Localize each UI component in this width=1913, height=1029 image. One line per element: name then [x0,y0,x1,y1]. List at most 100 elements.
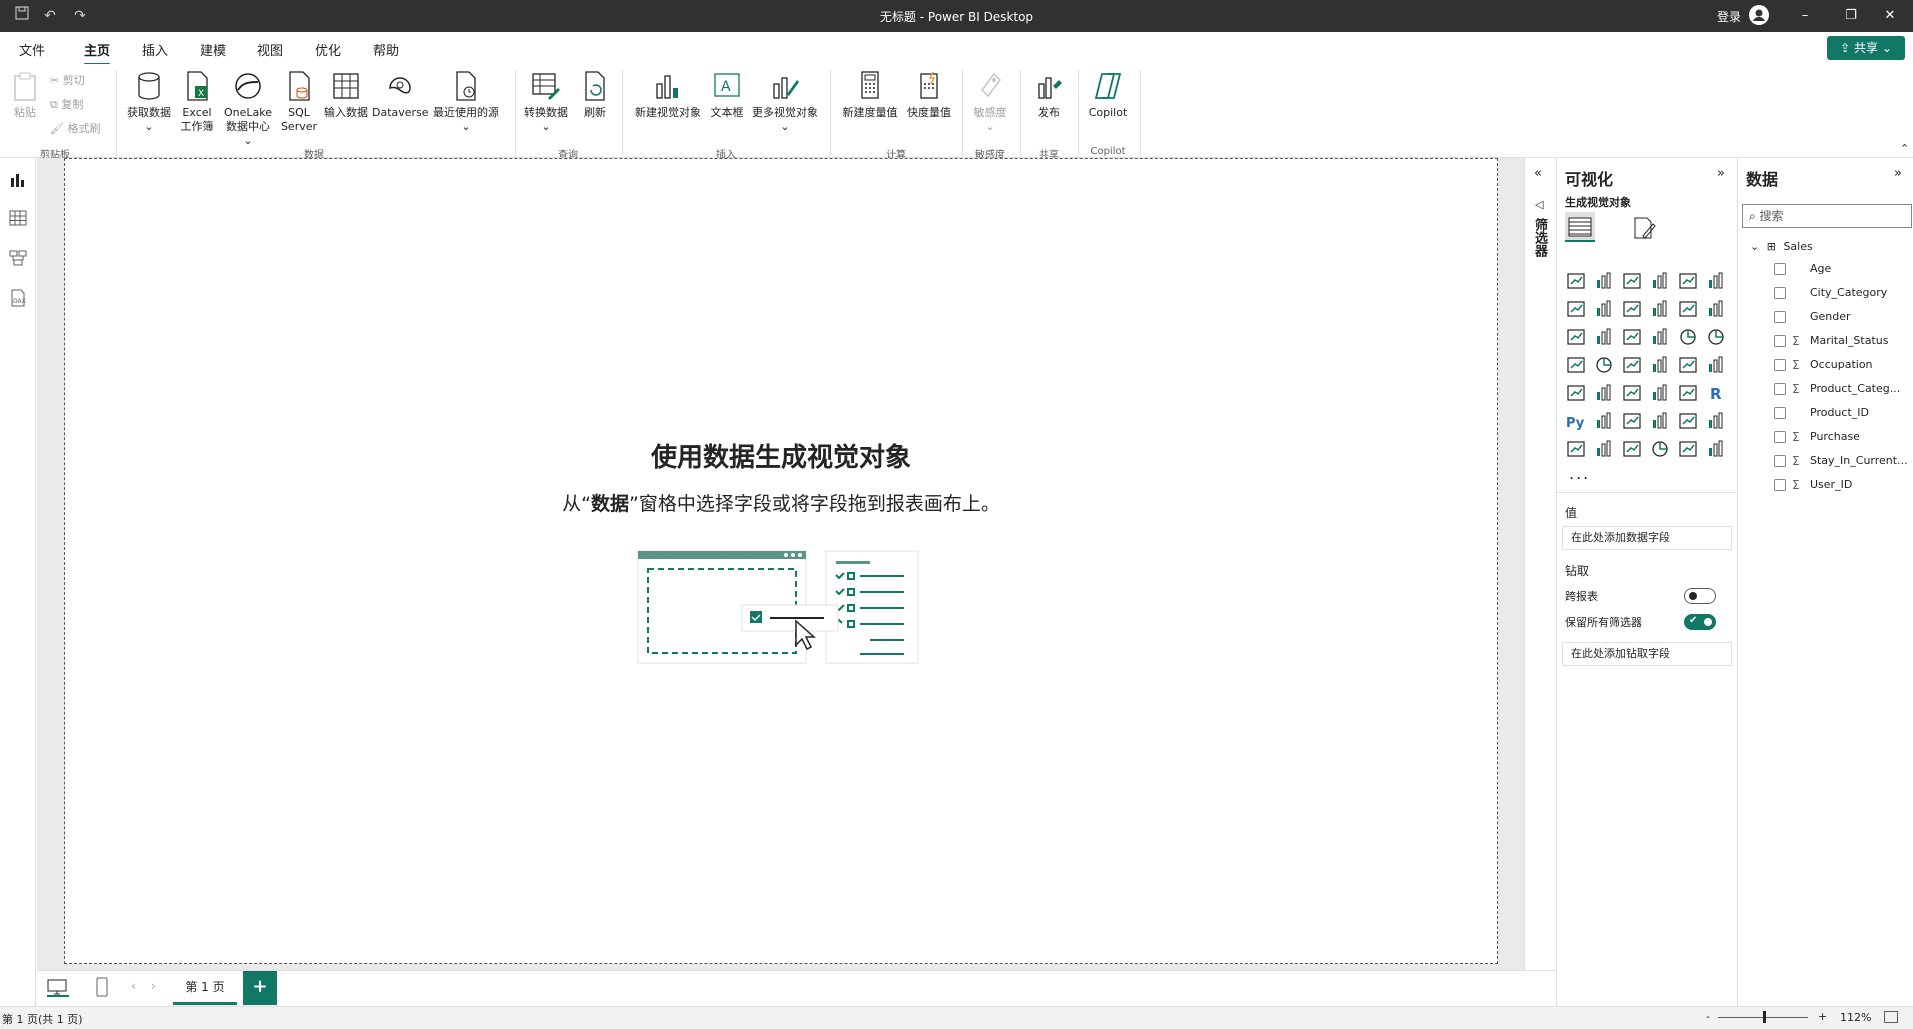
search-input[interactable]: 搜索 [1760,209,1784,223]
field-checkbox[interactable] [1774,359,1786,371]
report-view-icon[interactable] [8,170,28,190]
dataverse-button[interactable]: Dataverse [372,70,429,120]
drillthrough-drop-zone[interactable]: 在此处添加钻取字段 [1562,642,1732,666]
refresh-button[interactable]: 刷新 [578,70,612,120]
close-button[interactable]: ✕ [1867,0,1913,32]
power-automate-icon[interactable] [1621,438,1643,460]
new-measure-button[interactable]: 新建度量值 [838,70,902,120]
values-drop-zone[interactable]: 在此处添加数据字段 [1562,526,1732,550]
stacked-bar-icon[interactable] [1565,270,1587,292]
gauge-icon[interactable] [1677,354,1699,376]
100-column-icon[interactable] [1705,270,1727,292]
avatar-icon[interactable] [1749,5,1769,25]
slicer-icon[interactable] [1621,382,1643,404]
funnel-icon[interactable] [1621,326,1643,348]
collapse-viz-icon[interactable]: » [1717,166,1725,181]
table-view-icon[interactable] [8,208,28,228]
more-visuals-button[interactable]: 更多视觉对象 ⌄ [748,70,822,134]
field-checkbox[interactable] [1774,455,1786,467]
cut-button[interactable]: ✂ 剪切 [50,72,85,88]
table-icon[interactable] [1649,382,1671,404]
matrix-icon[interactable] [1677,382,1699,404]
scatter-icon[interactable] [1649,326,1671,348]
python-visual-icon[interactable]: Py [1565,410,1587,432]
powerapps-icon[interactable] [1593,438,1615,460]
diamond-icon[interactable] [1677,438,1699,460]
area-icon[interactable] [1593,298,1615,320]
field-checkbox[interactable] [1774,479,1786,491]
narrative-icon[interactable] [1677,410,1699,432]
field-checkbox[interactable] [1774,335,1786,347]
more-visuals-ellipsis[interactable]: ... [1569,464,1590,483]
quick-measure-button[interactable]: 快度量值 [904,70,954,120]
sql-server-button[interactable]: SQL Server [280,70,318,134]
field-checkbox[interactable] [1774,287,1786,299]
paginated-icon[interactable] [1705,410,1727,432]
excel-button[interactable]: X Excel 工作簿 [176,70,218,134]
menu-file[interactable]: 文件 [19,40,45,59]
arcgis-icon[interactable] [1649,438,1671,460]
line-clustered-icon[interactable] [1705,298,1727,320]
waterfall-icon[interactable] [1593,326,1615,348]
paste-button[interactable]: 粘贴 [10,70,40,120]
copilot-button[interactable]: Copilot [1084,70,1132,120]
key-influencers-icon[interactable] [1593,410,1615,432]
get-data-button[interactable]: 获取数据 ⌄ [122,70,176,134]
field-checkbox[interactable] [1774,407,1786,419]
menu-optimize[interactable]: 优化 [315,40,341,59]
card-icon[interactable] [1705,354,1727,376]
collapse-ribbon-icon[interactable]: ⌃ [1900,142,1909,155]
expand-filters-icon[interactable]: « [1534,166,1542,181]
filled-map-icon[interactable] [1621,354,1643,376]
chevron-icon[interactable] [1705,438,1727,460]
desktop-layout-icon[interactable] [47,979,69,997]
model-view-icon[interactable] [8,248,28,268]
field-checkbox[interactable] [1774,431,1786,443]
pie-icon[interactable] [1677,326,1699,348]
100-area-icon[interactable] [1649,298,1671,320]
menu-insert[interactable]: 插入 [142,40,168,59]
ribbon-icon[interactable] [1565,326,1587,348]
stacked-area-icon[interactable] [1621,298,1643,320]
transform-data-button[interactable]: 转换数据 ⌄ [520,70,572,134]
format-painter-button[interactable]: 🖌 格式刷 [50,120,100,136]
multi-card-icon[interactable] [1565,382,1587,404]
format-visual-tab[interactable] [1629,212,1659,242]
metrics-icon[interactable] [1565,438,1587,460]
publish-button[interactable]: 发布 [1028,70,1070,120]
textbox-button[interactable]: A 文本框 [707,70,747,120]
add-page-button[interactable]: + [243,971,277,1005]
donut-icon[interactable] [1705,326,1727,348]
copy-button[interactable]: ⧉ 复制 [50,96,83,112]
prev-page-icon[interactable]: ‹ [131,979,136,993]
100-bar-icon[interactable] [1677,270,1699,292]
onelake-button[interactable]: OneLake 数据中心 ⌄ [220,70,276,148]
clustered-column-icon[interactable] [1649,270,1671,292]
page-tab-1[interactable]: 第 1 页 [173,971,237,1005]
next-page-icon[interactable]: › [151,979,156,993]
keep-filters-toggle[interactable]: ✔ [1684,614,1716,630]
line-icon[interactable] [1565,298,1587,320]
cross-report-toggle[interactable] [1684,588,1716,604]
dax-query-view-icon[interactable]: DAX [8,288,28,308]
decomposition-icon[interactable] [1621,410,1643,432]
menu-home[interactable]: 主页 [84,40,111,66]
build-visual-tab[interactable] [1565,212,1595,242]
qa-icon[interactable] [1649,410,1671,432]
share-button[interactable]: ⇪ 共享 ⌄ [1827,36,1905,60]
zoom-slider-thumb[interactable] [1763,1011,1766,1023]
map-icon[interactable] [1593,354,1615,376]
field-checkbox[interactable] [1774,311,1786,323]
enter-data-button[interactable]: 输入数据 [320,70,372,120]
menu-modeling[interactable]: 建模 [200,40,226,59]
kpi-icon[interactable] [1593,382,1615,404]
report-canvas[interactable]: 使用数据生成视觉对象 从“数据”窗格中选择字段或将字段拖到报表画布上。 [64,158,1498,964]
field-checkbox[interactable] [1774,383,1786,395]
fit-to-page-icon[interactable] [1884,1011,1898,1023]
collapse-data-icon[interactable]: » [1894,166,1902,181]
menu-help[interactable]: 帮助 [373,40,399,59]
menu-view[interactable]: 视图 [257,40,283,59]
azure-map-icon[interactable] [1649,354,1671,376]
table-sales[interactable]: ⌄ ⊞ Sales [1750,240,1813,253]
sensitivity-button[interactable]: 敏感度 ⌄ [968,70,1012,134]
